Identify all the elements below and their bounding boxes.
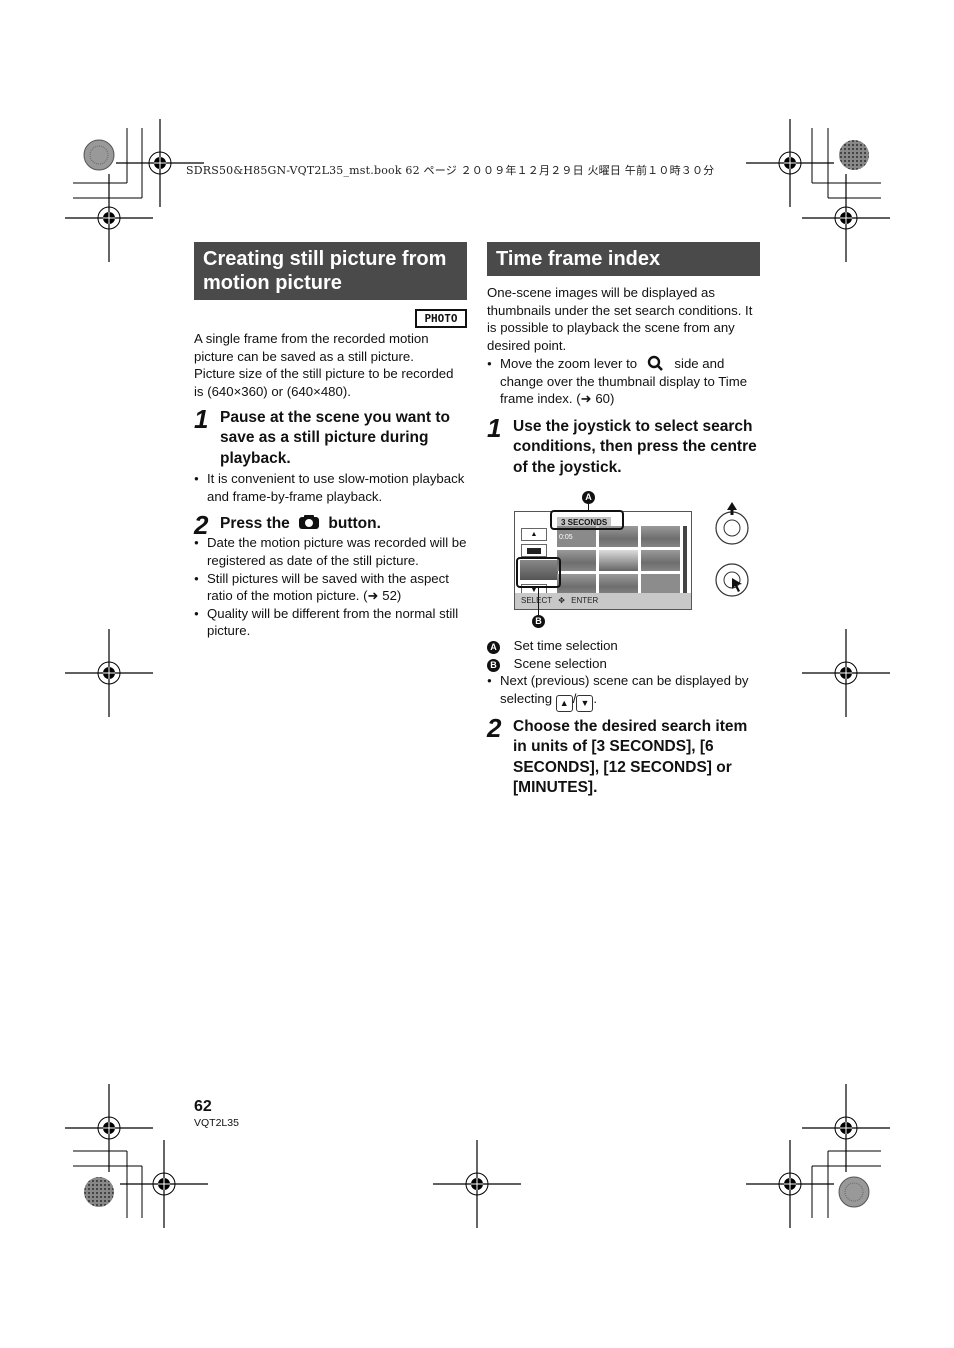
camera-icon (299, 515, 320, 529)
registration-mark-icon (432, 1139, 522, 1229)
step-2-right: 2 Choose the desired search item in unit… (487, 713, 759, 799)
zoom-lever-note: Move the zoom lever to side and change o… (487, 355, 759, 408)
document-code: VQT2L35 (194, 1117, 239, 1129)
registration-mark-icon (64, 173, 154, 263)
registration-mark-icon (64, 1083, 154, 1173)
joystick-up-icon (715, 502, 749, 545)
screen-guide-bar: SELECT ✥ ENTER (515, 593, 691, 609)
scrollbar[interactable] (683, 526, 687, 594)
section-title-time-frame-index: Time frame index (487, 242, 760, 276)
scene-selection-highlight (516, 557, 561, 588)
step-number: 2 (487, 713, 502, 743)
diagram-legend: A Set time selection B Scene selection N… (487, 637, 759, 712)
step-note: Still pictures will be saved with the as… (194, 570, 469, 605)
movie-camera-icon (527, 548, 541, 554)
photo-mode-badge: PHOTO (415, 309, 467, 328)
legend-item: B Scene selection (487, 655, 759, 673)
thumbnail-empty (641, 574, 680, 595)
motion-picture-mode-button[interactable] (521, 544, 547, 557)
zoom-magnifier-icon (647, 355, 663, 371)
step-instruction: Press the button. (220, 515, 381, 532)
joystick-guide-icon: ✥ (558, 596, 565, 605)
thumbnail[interactable] (599, 574, 638, 595)
thumbnail-grid: 0:05 (557, 526, 681, 595)
thumbnail[interactable] (641, 526, 680, 547)
step-1-right: 1 Use the joystick to select search cond… (487, 413, 759, 478)
down-arrow-key-icon: ▼ (576, 694, 594, 712)
joystick-press-icon (715, 563, 749, 597)
up-arrow-key-icon: ▲ (555, 694, 573, 712)
callout-b-marker: B (532, 615, 545, 628)
step-number: 1 (194, 404, 209, 434)
step-note: Date the motion picture was recorded wil… (194, 534, 469, 569)
registration-mark-icon (745, 1139, 835, 1229)
step-instruction: Pause at the scene you want to save as a… (220, 409, 450, 467)
next-previous-note: Next (previous) scene can be displayed b… (487, 672, 759, 712)
thumbnail[interactable] (641, 550, 680, 571)
color-wheel-icon (839, 140, 869, 170)
callout-b-line (538, 586, 539, 615)
intro-paragraph: A single frame from the recorded motion … (194, 331, 454, 399)
thumbnail[interactable] (557, 550, 596, 571)
registration-mark-icon (745, 118, 835, 208)
step-1-left: 1 Pause at the scene you want to save as… (194, 404, 469, 505)
registration-mark-icon (801, 173, 891, 263)
step-2-left: 2 Press the button. Date the motion pict… (194, 510, 469, 640)
registration-mark-icon (64, 628, 154, 718)
color-wheel-icon (84, 1177, 114, 1207)
step-note: Quality will be different from the norma… (194, 605, 469, 640)
page-number: 62 (194, 1098, 212, 1115)
time-selection-highlight (550, 510, 624, 530)
print-header: SDRS50&H85GN-VQT2L35_mst.book 62 ページ ２００… (186, 164, 715, 177)
registration-mark-icon (801, 1083, 891, 1173)
registration-mark-icon (801, 628, 891, 718)
step-note: It is convenient to use slow-motion play… (194, 470, 469, 505)
thumbnail[interactable] (557, 574, 596, 595)
thumbnail[interactable] (599, 550, 638, 571)
legend-item: A Set time selection (487, 637, 759, 655)
step-instruction: Use the joystick to select search condit… (513, 418, 757, 476)
printer-marks (64, 118, 891, 1229)
up-button[interactable]: ▲ (521, 528, 547, 541)
time-frame-intro: One-scene images will be displayed as th… (487, 285, 753, 353)
color-wheel-icon (838, 1176, 870, 1208)
section-title-still-from-motion: Creating still picture from motion pictu… (194, 242, 467, 300)
step-number: 1 (487, 413, 502, 443)
registration-mark-icon (119, 1139, 209, 1229)
step-instruction: Choose the desired search item in units … (513, 718, 748, 797)
color-wheel-icon (83, 139, 115, 171)
